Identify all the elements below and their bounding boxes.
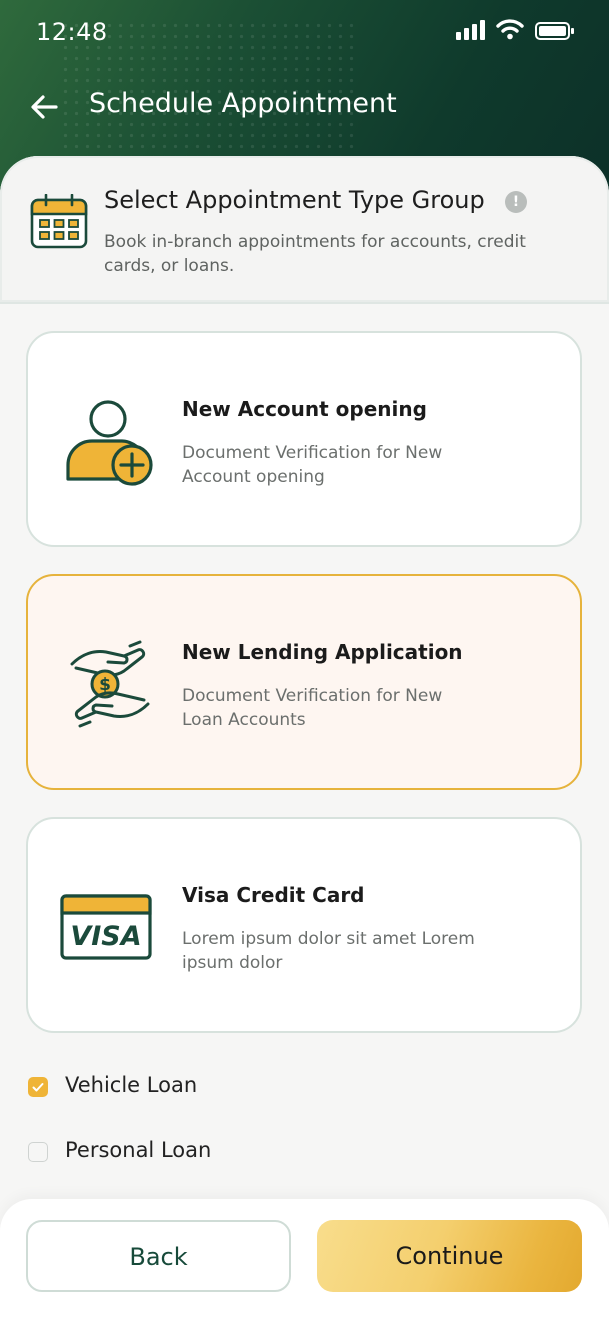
status-bar: 12:48 (0, 0, 609, 62)
card-new-lending-application[interactable]: $ New Lending Application Document Verif… (26, 574, 582, 790)
user-add-icon (66, 400, 153, 486)
card-description: Document Verification for New Account op… (182, 443, 443, 487)
option-label: Personal Loan (65, 1138, 212, 1162)
back-button[interactable]: Back (26, 1220, 291, 1292)
checkbox-unchecked[interactable] (28, 1142, 48, 1162)
footer-bar: Back Continue (0, 1199, 609, 1318)
card-title: New Account opening (182, 397, 427, 421)
card-title: New Lending Application (182, 640, 463, 664)
card-description: Document Verification for New Loan Accou… (182, 686, 443, 730)
status-time: 12:48 (36, 18, 108, 46)
wifi-icon (496, 19, 524, 40)
visa-logo-text: VISA (70, 921, 141, 952)
checkbox-checked[interactable] (28, 1077, 48, 1097)
card-new-account-opening[interactable]: New Account opening Document Verificatio… (26, 331, 582, 547)
card-visa-credit-card[interactable]: VISA Visa Credit Card Lorem ipsum dolor … (26, 817, 582, 1033)
info-icon[interactable]: ! (505, 191, 527, 213)
calendar-icon (30, 194, 88, 249)
card-description: Lorem ipsum dolor sit amet Lorem ipsum d… (182, 929, 475, 973)
option-label: Vehicle Loan (65, 1073, 198, 1097)
checkmark-icon (32, 1083, 44, 1092)
battery-icon (535, 22, 574, 40)
back-arrow-icon[interactable] (28, 90, 62, 124)
group-description: Book in-branch appointments for accounts… (104, 232, 526, 276)
top-bar: Schedule Appointment (0, 80, 609, 136)
page-title: Schedule Appointment (89, 88, 397, 119)
continue-button[interactable]: Continue (317, 1220, 582, 1292)
card-title: Visa Credit Card (182, 883, 365, 907)
group-title: Select Appointment Type Group (104, 186, 485, 214)
hands-coin-icon: $ (70, 640, 150, 728)
visa-card-icon: VISA (60, 894, 152, 960)
signal-icon (456, 20, 485, 40)
group-header: Select Appointment Type Group ! Book in-… (0, 156, 609, 304)
